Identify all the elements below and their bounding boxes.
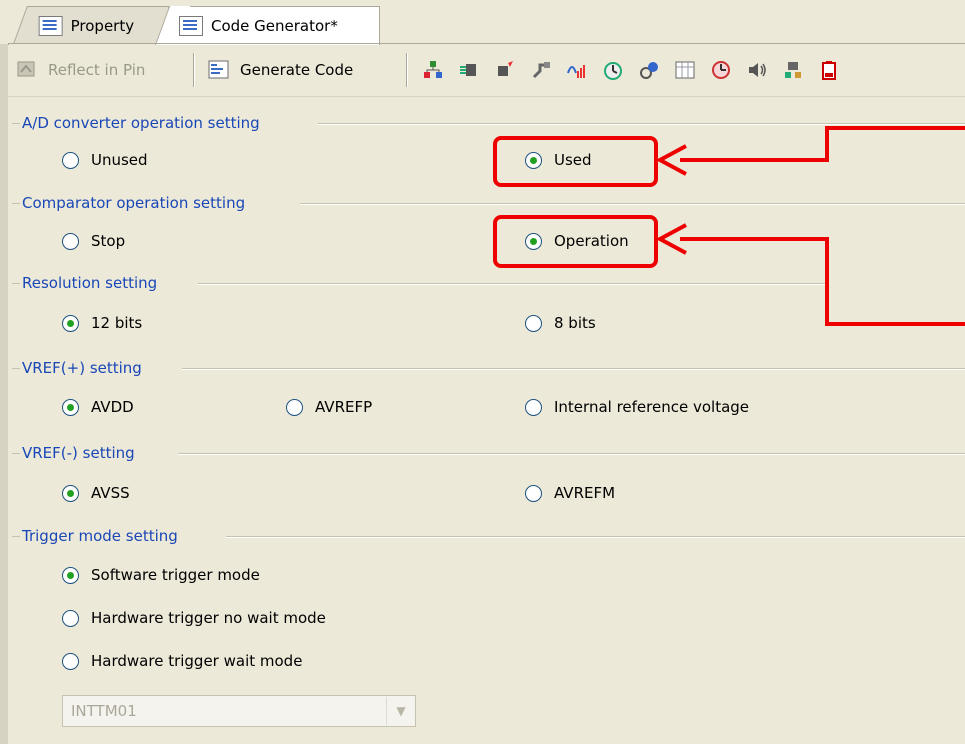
vrefm-avrefm-radio[interactable]: AVREFM — [525, 480, 615, 506]
clock-generator-icon[interactable] — [422, 59, 444, 81]
section-comparator-operation: Comparator operation setting — [12, 191, 245, 215]
arrow-head-icon — [656, 223, 687, 255]
chevron-down-icon[interactable]: ▼ — [386, 697, 415, 725]
resolution-8bit-radio[interactable]: 8 bits — [525, 310, 596, 336]
select-value: INTTM01 — [71, 702, 137, 720]
generate-code-label: Generate Code — [240, 61, 354, 79]
toolbar: Reflect in Pin Generate Code — [8, 45, 965, 97]
tab-underline — [8, 43, 965, 44]
annotation-arrow-line — [680, 237, 828, 241]
resolution-12bit-radio[interactable]: 12 bits — [62, 310, 142, 336]
reflect-pin-icon — [17, 61, 35, 77]
radio-label: Software trigger mode — [91, 566, 260, 584]
section-trigger-mode: Trigger mode setting — [12, 524, 178, 548]
radio-label: AVSS — [91, 484, 130, 502]
trigger-software-radio[interactable]: Software trigger mode — [62, 562, 260, 588]
radio-label: Internal reference voltage — [554, 398, 750, 416]
trigger-hw-wait-radio[interactable]: Hardware trigger wait mode — [62, 648, 302, 674]
tab-label: Code Generator* — [211, 17, 338, 35]
reflect-in-pin-label: Reflect in Pin — [48, 61, 146, 79]
arrow-head-icon — [656, 144, 687, 176]
buzzer-icon[interactable] — [746, 59, 768, 81]
rtc-icon[interactable] — [674, 59, 696, 81]
radio-label: AVREFM — [554, 484, 616, 502]
radio-label: 12 bits — [91, 314, 143, 332]
adc-unused-radio[interactable]: Unused — [62, 147, 148, 173]
code-generator-icon — [179, 16, 203, 36]
toolbar-separator — [406, 53, 407, 87]
section-divider — [226, 536, 965, 537]
section-title: Resolution setting — [22, 274, 158, 292]
radio-label: Hardware trigger no wait mode — [91, 609, 326, 627]
section-vref-minus: VREF(-) setting — [12, 441, 135, 465]
radio-label: Unused — [91, 151, 148, 169]
vrefp-avdd-radio[interactable]: AVDD — [62, 394, 134, 420]
comparator-stop-radio[interactable]: Stop — [62, 228, 125, 254]
watchdog-icon[interactable] — [638, 59, 660, 81]
section-divider — [300, 203, 965, 204]
interval-timer-icon[interactable] — [710, 59, 732, 81]
section-adc-operation: A/D converter operation setting — [12, 111, 260, 135]
timer-icon[interactable] — [602, 59, 624, 81]
section-title: Trigger mode setting — [22, 527, 178, 545]
radio-label: AVDD — [91, 398, 134, 416]
section-title: A/D converter operation setting — [22, 114, 260, 132]
radio-label: AVREFP — [315, 398, 373, 416]
generate-code-icon — [208, 60, 229, 79]
radio-label: Hardware trigger wait mode — [91, 652, 303, 670]
annotation-arrow-line — [825, 322, 965, 326]
property-icon — [38, 15, 63, 36]
section-vref-plus: VREF(+) setting — [12, 356, 142, 380]
tab-code-generator[interactable]: Code Generator* — [168, 6, 380, 46]
vrefm-avss-radio[interactable]: AVSS — [62, 480, 130, 506]
radio-label: 8 bits — [554, 314, 596, 332]
vrefp-avrefp-radio[interactable]: AVREFP — [286, 394, 372, 420]
section-title: VREF(+) setting — [22, 359, 142, 377]
tab-strip: Property Code Generator* — [0, 0, 965, 46]
section-divider — [198, 283, 828, 284]
section-title: VREF(-) setting — [22, 444, 135, 462]
section-divider — [178, 453, 965, 454]
annotation-arrow-line — [825, 237, 829, 326]
trigger-source-select[interactable]: INTTM01 ▼ — [62, 695, 416, 727]
interrupt-icon[interactable] — [494, 59, 516, 81]
port-icon[interactable] — [458, 59, 480, 81]
tab-label: Property — [70, 16, 135, 35]
annotation-arrow-line — [825, 126, 965, 130]
reflect-in-pin-button[interactable]: Reflect in Pin — [16, 53, 145, 87]
adc-icon[interactable] — [566, 59, 588, 81]
trigger-hw-nowait-radio[interactable]: Hardware trigger no wait mode — [62, 605, 326, 631]
generate-code-button[interactable]: Generate Code — [208, 53, 353, 87]
section-divider — [182, 368, 965, 369]
highlight-box-used — [493, 136, 658, 187]
section-divider — [318, 123, 965, 124]
annotation-arrow-line — [680, 158, 828, 162]
section-resolution: Resolution setting — [12, 271, 157, 295]
annotation-arrow-line — [825, 126, 829, 162]
battery-icon[interactable] — [818, 59, 840, 81]
data-transfer-icon[interactable] — [782, 59, 804, 81]
serial-icon[interactable] — [530, 59, 552, 81]
highlight-box-operation — [493, 215, 658, 268]
radio-label: Stop — [91, 232, 126, 250]
toolbar-separator — [193, 53, 194, 87]
vrefp-internal-radio[interactable]: Internal reference voltage — [525, 394, 749, 420]
section-title: Comparator operation setting — [22, 194, 246, 212]
